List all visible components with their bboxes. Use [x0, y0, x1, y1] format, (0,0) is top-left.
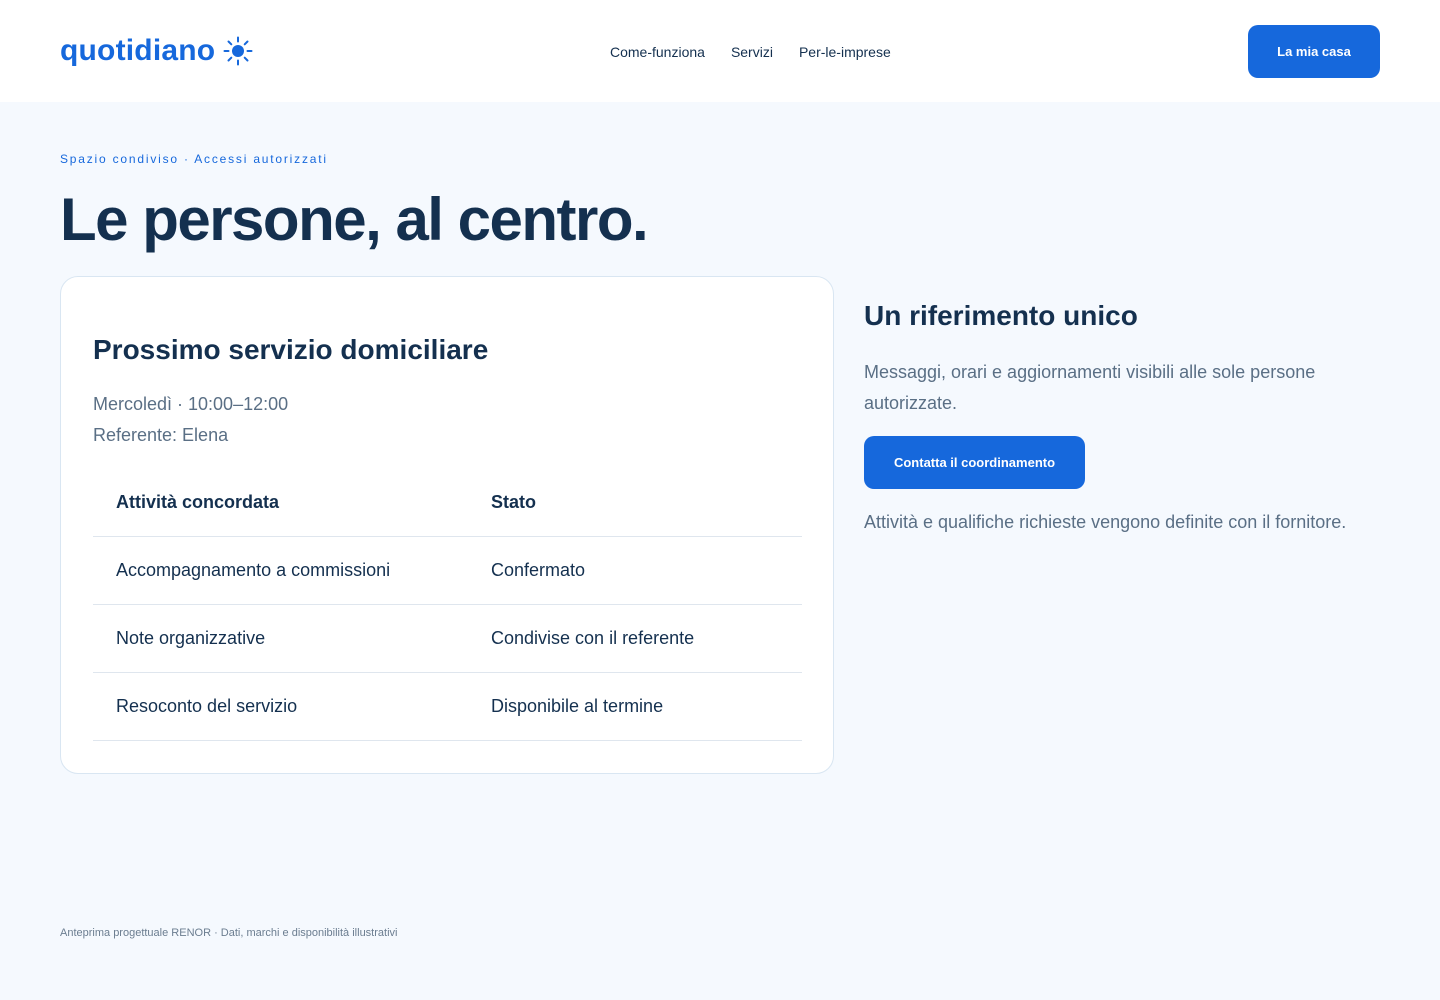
column-header-status: Stato: [491, 492, 536, 512]
table-header-row: Attività concordata Stato: [93, 469, 802, 537]
panel-description: Messaggi, orari e aggiornamenti visibili…: [864, 362, 1316, 413]
site-header: quotidiano Come-funziona Servizi Per-le-…: [0, 0, 1440, 102]
page-title: Le persone, al centro.: [60, 186, 649, 253]
activity-cell: Note organizzative: [116, 628, 266, 648]
my-home-button[interactable]: La mia casa: [1248, 25, 1380, 78]
brand-logo[interactable]: quotidiano: [60, 31, 253, 71]
status-cell: Disponibile al termine: [491, 696, 664, 716]
service-schedule: Mercoledì · 10:00–12:00: [93, 394, 289, 414]
service-card: Prossimo servizio domiciliare Mercoledì …: [60, 276, 834, 774]
table-row: Accompagnamento a commissioni Confermato: [93, 537, 802, 605]
activity-cell: Accompagnamento a commissioni: [116, 560, 391, 580]
activity-cell: Resoconto del servizio: [116, 696, 298, 716]
sun-icon: [223, 36, 253, 66]
nav-link-per-le-imprese[interactable]: Per-le-imprese: [799, 42, 891, 62]
nav-link-come-funziona[interactable]: Come-funziona: [610, 42, 705, 62]
brand-name: quotidiano: [60, 34, 216, 67]
panel-note: Attività e qualifiche richieste vengono …: [864, 512, 1347, 532]
contact-coordination-button[interactable]: Contatta il coordinamento: [864, 436, 1085, 489]
service-contact: Referente: Elena: [93, 425, 229, 445]
panel-title: Un riferimento unico: [864, 300, 1138, 331]
main-nav: Come-funziona Servizi Per-le-imprese: [610, 42, 891, 62]
eyebrow-label: Spazio condiviso · Accessi autorizzati: [60, 152, 328, 166]
status-cell: Condivise con il referente: [491, 628, 695, 648]
status-cell: Confermato: [491, 560, 586, 580]
column-header-activity: Attività concordata: [116, 492, 280, 512]
nav-link-servizi[interactable]: Servizi: [731, 42, 773, 62]
card-title: Prossimo servizio domiciliare: [93, 334, 489, 365]
table-row: Resoconto del servizio Disponibile al te…: [93, 673, 802, 741]
footer-disclaimer: Anteprima progettuale RENOR · Dati, marc…: [60, 927, 398, 939]
activities-table: Attività concordata Stato Accompagnament…: [93, 469, 802, 741]
table-row: Note organizzative Condivise con il refe…: [93, 605, 802, 673]
